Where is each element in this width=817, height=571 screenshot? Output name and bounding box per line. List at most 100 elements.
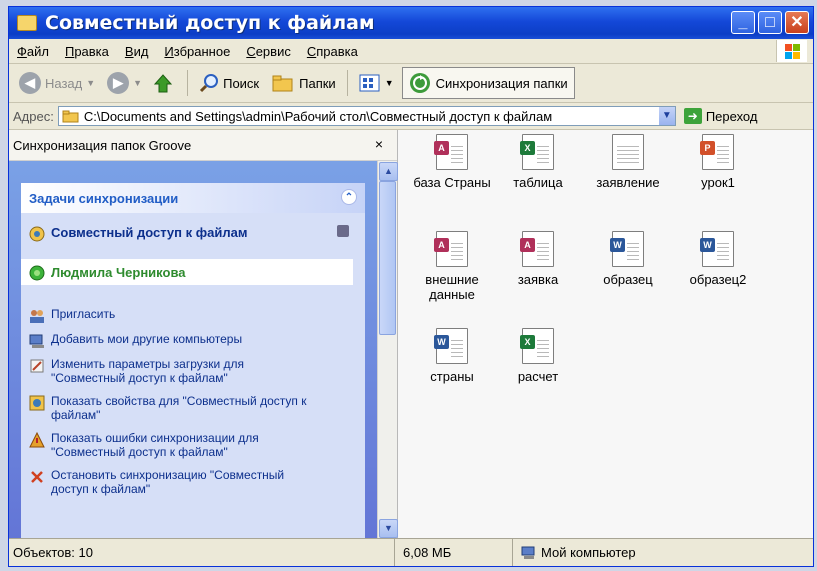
address-dropdown-icon[interactable]: ▼ [658,107,675,125]
sync-tasks-header[interactable]: Задачи синхронизации ⌃ [21,183,365,213]
action-invite[interactable]: Пригласить [29,307,115,324]
pane-close-icon[interactable]: × [375,136,383,152]
window-controls: _ □ ✕ [731,11,809,34]
toolbar-separator [346,70,348,96]
settings-icon [30,359,44,373]
go-button[interactable]: ➜ Переход [683,108,758,124]
pane-title: Синхронизация папок Groove [13,137,192,153]
word-file-icon: W [434,328,468,364]
sync-tasks-panel: Задачи синхронизации ⌃ Совместный доступ… [21,183,365,540]
file-item[interactable]: A внешние данные [412,231,492,302]
views-dropdown-icon: ▼ [384,78,394,88]
file-item[interactable]: A заявка [498,231,578,287]
workspace-menu-icon[interactable] [337,225,349,237]
back-label: Назад [45,75,83,91]
file-item[interactable]: заявление [588,134,668,190]
status-bar: Объектов: 10 6,08 МБ Мой компьютер [9,538,813,566]
forward-dropdown-icon[interactable]: ▼ [133,78,142,88]
pane-header: Синхронизация папок Groove × [9,130,397,161]
back-dropdown-icon[interactable]: ▼ [86,78,95,88]
status-location-label: Мой компьютер [541,545,636,560]
menu-help[interactable]: Справка [299,44,366,59]
warning-icon [29,432,45,448]
groove-sync-icon [409,73,430,93]
file-item[interactable]: X таблица [498,134,578,190]
user-name: Людмила Черникова [51,264,186,280]
file-name: страны [430,369,474,384]
file-name: расчет [517,369,559,384]
action-show-errors[interactable]: Показать ошибки синхронизации для "Совме… [29,431,319,459]
sync-tasks-title: Задачи синхронизации [29,190,179,206]
powerpoint-file-icon: P [700,134,734,170]
word-file-icon: W [610,231,644,267]
menu-favorites[interactable]: Избранное [156,44,238,59]
file-item[interactable]: W страны [412,328,492,384]
minimize-button[interactable]: _ [731,11,755,34]
workspace-item[interactable]: Совместный доступ к файлам [29,225,349,242]
views-button[interactable]: ▼ [355,71,398,95]
scroll-down-icon[interactable]: ▼ [379,519,398,538]
file-item[interactable]: A база Страны [412,134,492,190]
folder-icon [62,110,79,123]
file-item[interactable]: W образец [588,231,668,287]
action-download-settings[interactable]: Изменить параметры загрузки для "Совмест… [29,357,319,385]
folders-button[interactable]: Папки [267,71,340,95]
scroll-up-icon[interactable]: ▲ [379,162,398,181]
file-item[interactable]: P урок1 [678,134,758,190]
pane-scrollbar[interactable]: ▲ ▼ [377,161,398,540]
go-label: Переход [705,108,758,124]
maximize-button[interactable]: □ [758,11,782,34]
forward-arrow-icon: ▶ [107,72,130,94]
up-arrow-icon [154,74,173,93]
file-name: образец2 [689,272,747,287]
stop-sync-icon [31,471,43,483]
menu-bar: Файл Правка Вид Избранное Сервис Справка [9,39,813,64]
search-button[interactable]: Поиск [195,71,263,95]
status-objects: Объектов: 10 [9,539,395,566]
collapse-icon[interactable]: ⌃ [341,189,357,205]
address-path: C:\Documents and Settings\admin\Рабочий … [83,108,553,124]
file-name: образец [603,272,653,287]
action-add-computers[interactable]: Добавить мои другие компьютеры [29,332,242,349]
file-name: таблица [513,175,563,190]
word-file-icon: W [700,231,734,267]
excel-file-icon: X [520,134,554,170]
groove-workspace-icon [29,226,45,242]
search-icon [200,74,219,93]
file-list: A база Страны X таблица заявление P урок… [398,130,813,540]
action-stop-sync[interactable]: Остановить синхронизацию "Совместный дос… [29,468,319,496]
menu-view[interactable]: Вид [117,44,157,59]
pane-body: Задачи синхронизации ⌃ Совместный доступ… [9,161,377,540]
title-bar[interactable]: Совместный доступ к файлам _ □ ✕ [9,7,813,39]
menu-file[interactable]: Файл [9,44,57,59]
action-add-computers-label: Добавить мои другие компьютеры [51,332,243,346]
address-input[interactable]: C:\Documents and Settings\admin\Рабочий … [57,106,676,126]
scroll-thumb[interactable] [379,181,396,335]
sync-folder-label: Синхронизация папки [435,75,568,91]
file-item[interactable]: X расчет [498,328,578,384]
properties-icon [29,395,45,411]
user-item[interactable]: Людмила Черникова [21,259,353,285]
menu-tools[interactable]: Сервис [238,44,299,59]
window-title: Совместный доступ к файлам [45,12,375,34]
status-location: Мой компьютер [513,539,813,566]
search-label: Поиск [223,75,260,91]
action-download-settings-label: Изменить параметры загрузки для "Совмест… [51,357,245,385]
folders-label: Папки [299,75,336,91]
menu-edit[interactable]: Правка [57,44,117,59]
action-invite-label: Пригласить [51,307,116,321]
computer-icon [29,334,44,348]
file-name: урок1 [701,175,735,190]
close-button[interactable]: ✕ [785,11,809,34]
user-online-icon [29,265,45,280]
up-folder-button[interactable] [150,70,180,96]
toolbar-separator [187,70,189,96]
back-button[interactable]: ◀ Назад ▼ [15,70,99,96]
file-item[interactable]: W образец2 [678,231,758,287]
toolbar: ◀ Назад ▼ ▶ ▼ Поиск Папки ▼ Синхронизаци… [9,64,813,103]
forward-button[interactable]: ▶ ▼ [103,70,146,96]
action-show-properties[interactable]: Показать свойства для "Совместный доступ… [29,394,319,422]
sync-folder-button[interactable]: Синхронизация папки [401,67,575,99]
back-arrow-icon: ◀ [19,72,41,94]
folder-icon [17,15,37,31]
